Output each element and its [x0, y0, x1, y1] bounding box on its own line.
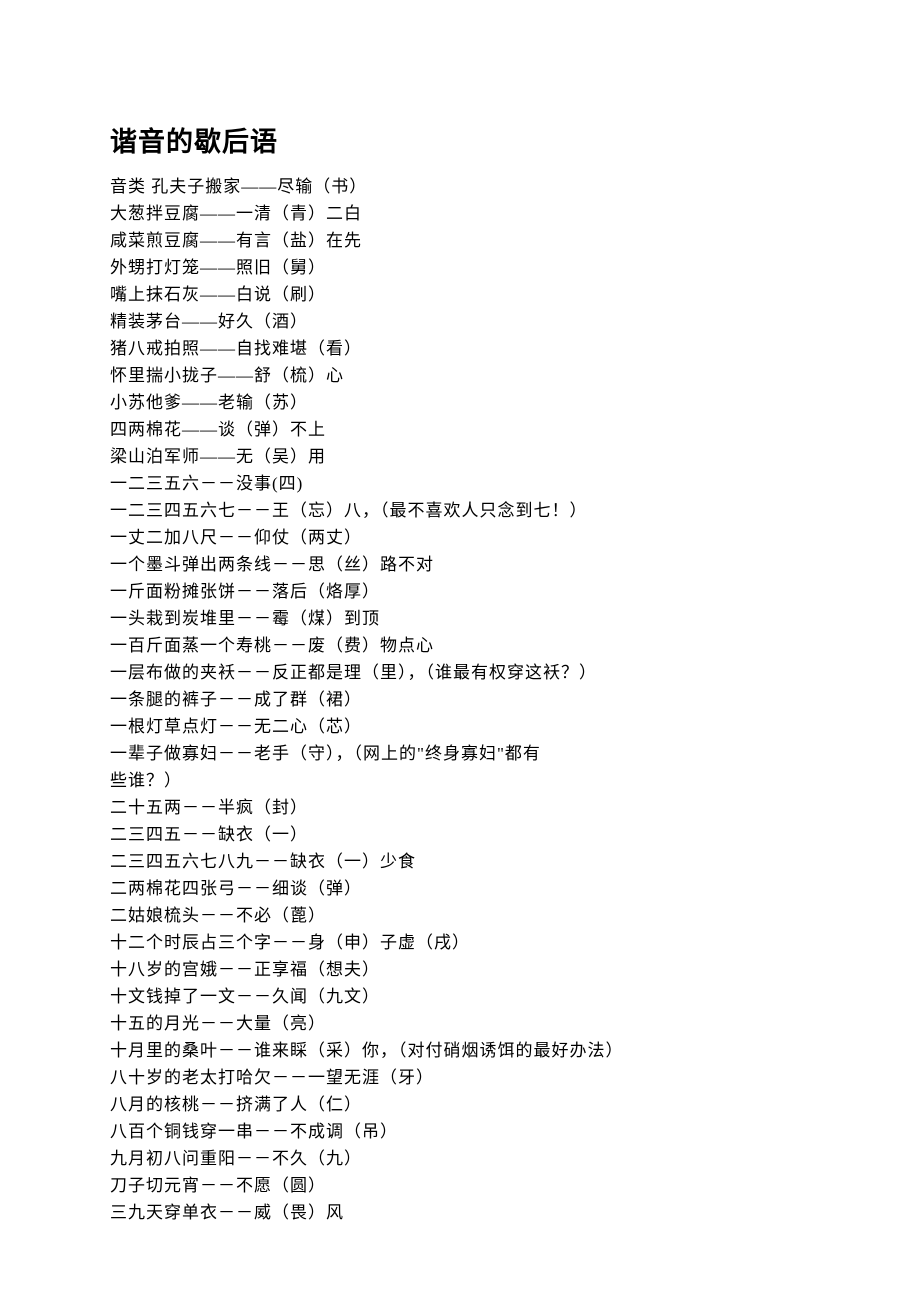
text-line: 一斤面粉摊张饼－－落后（烙厚） [110, 578, 810, 605]
document-body: 音类 孔夫子搬家——尽输（书）大葱拌豆腐——一清（青）二白咸菜煎豆腐——有言（盐… [110, 173, 810, 1226]
text-line: 十八岁的宫娥－－正享福（想夫） [110, 956, 810, 983]
text-line: 十月里的桑叶－－谁来睬（采）你，（对付硝烟诱饵的最好办法） [110, 1037, 810, 1064]
text-line: 一层布做的夹袄－－反正都是理（里），（谁最有权穿这袄？） [110, 659, 810, 686]
text-line: 二两棉花四张弓－－细谈（弹） [110, 875, 810, 902]
text-line: 梁山泊军师——无（吴）用 [110, 443, 810, 470]
text-line: 一根灯草点灯－－无二心（芯） [110, 713, 810, 740]
text-line: 一个墨斗弹出两条线－－思（丝）路不对 [110, 551, 810, 578]
text-line: 刀子切元宵－－不愿（圆） [110, 1172, 810, 1199]
text-line: 一头栽到炭堆里－－霉（煤）到顶 [110, 605, 810, 632]
text-line: 一丈二加八尺－－仰仗（两丈） [110, 524, 810, 551]
text-line: 十文钱掉了一文－－久闻（九文） [110, 983, 810, 1010]
text-line: 猪八戒拍照——自找难堪（看） [110, 335, 810, 362]
text-line: 二十五两－－半疯（封） [110, 794, 810, 821]
text-line: 精装茅台——好久（酒） [110, 308, 810, 335]
text-line: 一二三五六－－没事(四) [110, 470, 810, 497]
text-line: 四两棉花——谈（弹）不上 [110, 416, 810, 443]
text-line: 咸菜煎豆腐——有言（盐）在先 [110, 227, 810, 254]
text-line: 二姑娘梳头－－不必（蓖） [110, 902, 810, 929]
text-line: 大葱拌豆腐——一清（青）二白 [110, 200, 810, 227]
text-line: 十二个时辰占三个字－－身（申）子虚（戌） [110, 929, 810, 956]
text-line: 九月初八问重阳－－不久（九） [110, 1145, 810, 1172]
text-line: 些谁？） [110, 767, 810, 794]
text-line: 一条腿的裤子－－成了群（裙） [110, 686, 810, 713]
text-line: 怀里揣小拢子——舒（梳）心 [110, 362, 810, 389]
text-line: 外甥打灯笼——照旧（舅） [110, 254, 810, 281]
text-line: 一二三四五六七－－王（忘）八，（最不喜欢人只念到七！） [110, 497, 810, 524]
text-line: 嘴上抹石灰——白说（刷） [110, 281, 810, 308]
text-line: 二三四五－－缺衣（一） [110, 821, 810, 848]
text-line: 八十岁的老太打哈欠－－一望无涯（牙） [110, 1064, 810, 1091]
text-line: 八百个铜钱穿一串－－不成调（吊） [110, 1118, 810, 1145]
text-line: 一百斤面蒸一个寿桃－－废（费）物点心 [110, 632, 810, 659]
text-line: 十五的月光－－大量（亮） [110, 1010, 810, 1037]
text-line: 八月的核桃－－挤满了人（仁） [110, 1091, 810, 1118]
text-line: 小苏他爹——老输（苏） [110, 389, 810, 416]
text-line: 一辈子做寡妇－－老手（守），（网上的"终身寡妇"都有 [110, 740, 810, 767]
document-title: 谐音的歇后语 [110, 120, 810, 159]
text-line: 音类 孔夫子搬家——尽输（书） [110, 173, 810, 200]
text-line: 二三四五六七八九－－缺衣（一）少食 [110, 848, 810, 875]
text-line: 三九天穿单衣－－威（畏）风 [110, 1199, 810, 1226]
